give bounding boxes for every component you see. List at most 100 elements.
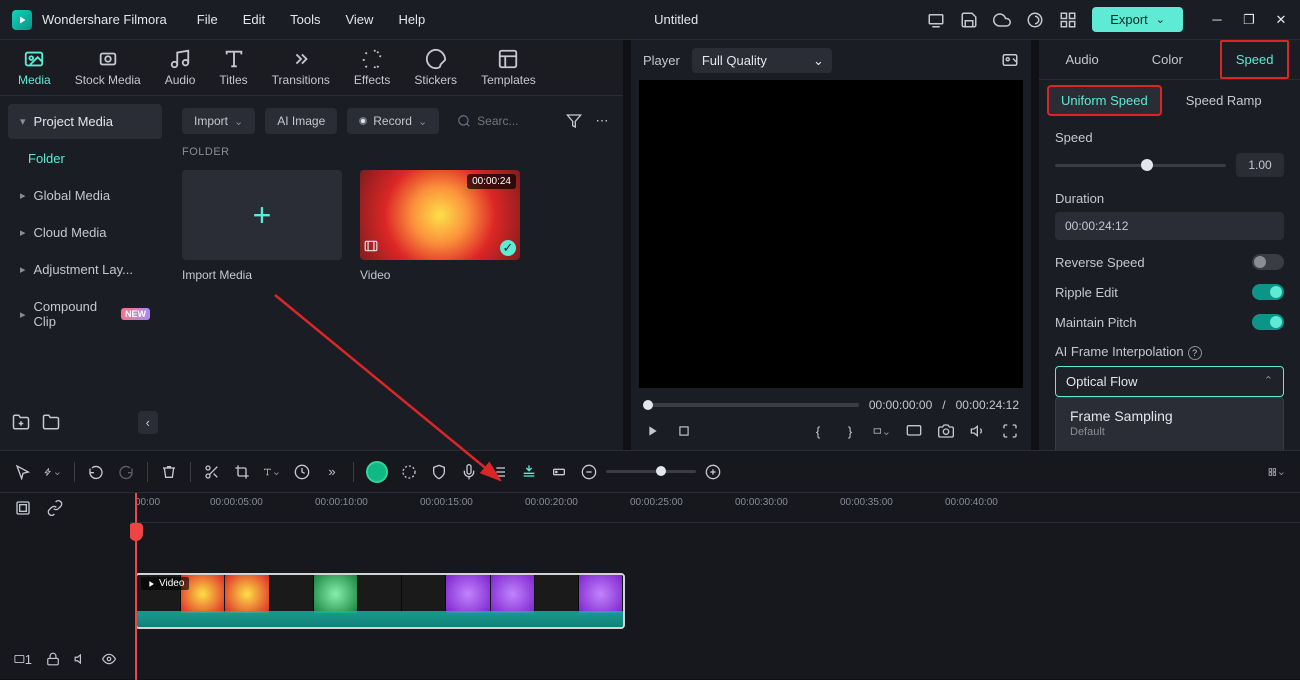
minimize-button[interactable]: ─ — [1210, 13, 1224, 27]
collapse-sidebar-button[interactable]: ‹ — [138, 411, 158, 434]
sidebar-project-media[interactable]: ▾Project Media — [8, 104, 162, 139]
playhead[interactable] — [135, 493, 137, 680]
video-clip[interactable]: Video — [135, 573, 625, 629]
zoom-in-icon[interactable] — [704, 463, 722, 481]
filter-icon[interactable] — [565, 112, 583, 130]
subtab-speed-ramp[interactable]: Speed Ramp — [1174, 87, 1274, 114]
zoom-out-icon[interactable] — [580, 463, 598, 481]
apps-icon[interactable] — [1059, 11, 1077, 29]
timeline-ruler[interactable]: 00:00 00:00:05:00 00:00:10:00 00:00:15:0… — [130, 493, 1300, 523]
player-label: Player — [643, 53, 680, 68]
cloud-icon[interactable] — [993, 11, 1011, 29]
interp-select[interactable]: Optical Flow⌃ — [1055, 366, 1284, 397]
menu-tools[interactable]: Tools — [290, 12, 320, 27]
camera-button[interactable] — [937, 422, 955, 440]
sidebar-cloud-media[interactable]: ▸Cloud Media — [8, 215, 162, 250]
crop-icon[interactable] — [233, 463, 251, 481]
device-icon[interactable] — [927, 11, 945, 29]
tab-media[interactable]: Media — [10, 42, 59, 93]
menu-file[interactable]: File — [197, 12, 218, 27]
speed-slider[interactable] — [1055, 164, 1226, 167]
more-icon[interactable]: ⋯ — [593, 112, 611, 130]
ratio-button[interactable]: ⌄ — [873, 422, 891, 440]
sidebar-adjustment-layer[interactable]: ▸Adjustment Lay... — [8, 252, 162, 287]
menu-help[interactable]: Help — [398, 12, 425, 27]
ripple-toggle[interactable] — [1252, 284, 1284, 300]
hide-track-icon[interactable] — [102, 650, 116, 668]
search-input[interactable] — [449, 108, 555, 134]
marker-icon[interactable] — [520, 463, 538, 481]
mute-track-icon[interactable] — [74, 650, 88, 668]
pitch-toggle[interactable] — [1252, 314, 1284, 330]
list-icon[interactable] — [490, 463, 508, 481]
mark-out-button[interactable]: } — [841, 422, 859, 440]
tab-titles[interactable]: Titles — [211, 42, 255, 93]
subtab-uniform-speed[interactable]: Uniform Speed — [1047, 85, 1162, 116]
tab-transitions[interactable]: Transitions — [264, 42, 338, 93]
menu-edit[interactable]: Edit — [243, 12, 265, 27]
lock-track-icon[interactable] — [46, 650, 60, 668]
video-track-icon[interactable]: 1 — [14, 650, 32, 668]
grid-view-icon[interactable]: ⌄ — [1268, 463, 1286, 481]
support-icon[interactable] — [1026, 11, 1044, 29]
sidebar-global-media[interactable]: ▸Global Media — [8, 178, 162, 213]
split-icon[interactable] — [203, 463, 221, 481]
quality-select[interactable]: Full Quality — [692, 48, 832, 73]
fullscreen-button[interactable] — [1001, 422, 1019, 440]
duration-badge: 00:00:24 — [467, 174, 516, 189]
undo-icon[interactable] — [87, 463, 105, 481]
bin-icon[interactable] — [42, 413, 62, 433]
more-tools-icon[interactable]: » — [323, 463, 341, 481]
info-icon[interactable]: ? — [1188, 346, 1202, 360]
reverse-toggle[interactable] — [1252, 254, 1284, 270]
pointer-tool-icon[interactable] — [14, 463, 32, 481]
current-time: 00:00:00:00 — [869, 398, 932, 412]
link-icon[interactable] — [46, 499, 64, 517]
play-button[interactable] — [643, 422, 661, 440]
tab-stickers[interactable]: Stickers — [406, 42, 465, 93]
progress-slider[interactable] — [643, 403, 859, 407]
sidebar-folder[interactable]: Folder — [8, 141, 162, 176]
rp-tab-color[interactable]: Color — [1136, 40, 1199, 79]
sidebar-compound-clip[interactable]: ▸Compound ClipNEW — [8, 289, 162, 339]
video-thumbnail[interactable]: 00:00:24 ✓ Video — [360, 170, 520, 282]
export-button[interactable]: Export⌄ — [1092, 7, 1183, 32]
tab-stock-media[interactable]: Stock Media — [67, 42, 149, 93]
volume-button[interactable] — [969, 422, 987, 440]
text-icon[interactable]: ⌄ — [263, 463, 281, 481]
display-button[interactable] — [905, 422, 923, 440]
rp-tab-audio[interactable]: Audio — [1050, 40, 1115, 79]
snapshot-icon[interactable] — [1001, 51, 1019, 69]
mark-in-button[interactable]: { — [809, 422, 827, 440]
dd-frame-sampling[interactable]: Frame Sampling Default — [1056, 398, 1283, 448]
track-layer-icon[interactable] — [14, 499, 32, 517]
stop-button[interactable] — [675, 422, 693, 440]
ai-avatar-icon[interactable] — [366, 461, 388, 483]
speed-tool-icon[interactable] — [293, 463, 311, 481]
shield-icon[interactable] — [430, 463, 448, 481]
keyframe-icon[interactable] — [550, 463, 568, 481]
close-button[interactable]: ✕ — [1274, 13, 1288, 27]
import-button[interactable]: Import⌄ — [182, 108, 255, 134]
mic-icon[interactable] — [460, 463, 478, 481]
select-tool-icon[interactable]: ⌄ — [44, 463, 62, 481]
tab-effects[interactable]: Effects — [346, 42, 398, 93]
check-icon: ✓ — [500, 240, 516, 256]
ai-image-button[interactable]: AI Image — [265, 108, 337, 134]
tab-audio[interactable]: Audio — [157, 42, 204, 93]
menu-view[interactable]: View — [345, 12, 373, 27]
import-media-tile[interactable]: + Import Media — [182, 170, 342, 282]
record-button[interactable]: Record⌄ — [347, 108, 439, 134]
duration-input[interactable]: 00:00:24:12 — [1055, 212, 1284, 240]
zoom-slider[interactable] — [606, 470, 696, 473]
save-icon[interactable] — [960, 11, 978, 29]
preview-video[interactable] — [639, 80, 1023, 388]
redo-icon[interactable] — [117, 463, 135, 481]
rp-tab-speed[interactable]: Speed — [1220, 40, 1290, 79]
delete-icon[interactable] — [160, 463, 178, 481]
color-tool-icon[interactable] — [400, 463, 418, 481]
new-folder-icon[interactable] — [12, 413, 32, 433]
maximize-button[interactable]: ❐ — [1242, 13, 1256, 27]
tab-templates[interactable]: Templates — [473, 42, 544, 93]
speed-value[interactable]: 1.00 — [1236, 153, 1284, 177]
